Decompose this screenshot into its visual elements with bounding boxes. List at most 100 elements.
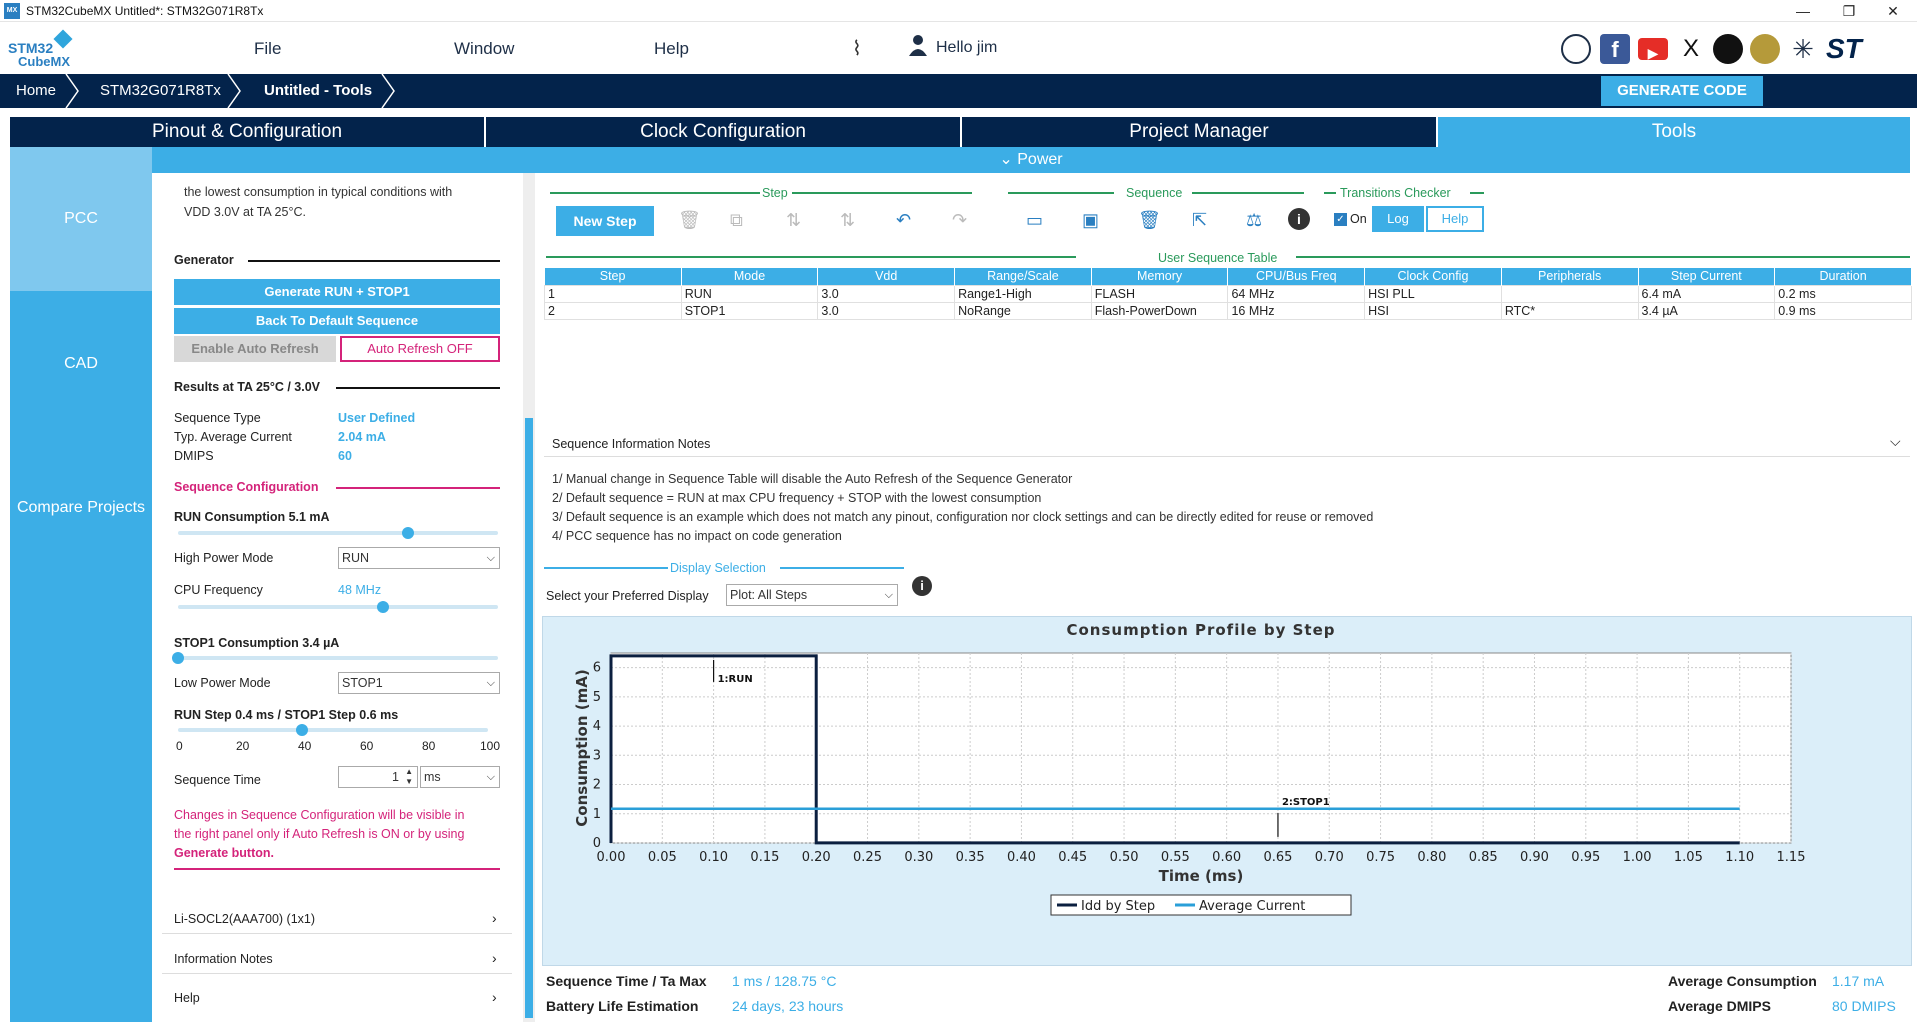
table-cell[interactable]: 16 MHz <box>1227 301 1366 320</box>
tab-project-manager[interactable]: Project Manager <box>962 117 1436 147</box>
compare-icon[interactable]: ⚖ <box>1246 210 1262 231</box>
help-button[interactable]: Help <box>1426 206 1484 232</box>
seq-time-unit-select[interactable]: ms ⌵ <box>420 766 500 788</box>
run-consumption-slider[interactable] <box>178 527 498 539</box>
slider-knob[interactable] <box>296 724 308 736</box>
table-cell[interactable]: STOP1 <box>680 301 819 320</box>
cpu-frequency-slider[interactable] <box>178 601 498 613</box>
log-button[interactable]: Log <box>1372 206 1424 232</box>
sidebar-item-pcc[interactable]: PCC <box>10 147 152 291</box>
table-cell[interactable]: RUN <box>680 284 819 303</box>
user-greeting[interactable]: Hello jim <box>936 39 997 57</box>
minimize-icon[interactable]: — <box>1780 0 1826 22</box>
generate-code-button[interactable]: GENERATE CODE <box>1601 76 1763 106</box>
redo-icon[interactable]: ↷ <box>952 210 967 231</box>
stop1-consumption-slider[interactable] <box>172 652 498 664</box>
generate-run-stop1-button[interactable]: Generate RUN + STOP1 <box>174 279 500 305</box>
low-power-mode-select[interactable]: STOP1 ⌵ <box>338 672 500 694</box>
youtube-icon[interactable]: ▶ <box>1638 38 1668 61</box>
back-to-default-button[interactable]: Back To Default Sequence <box>174 308 500 334</box>
table-cell[interactable]: 0.9 ms <box>1774 301 1912 320</box>
breadcrumb-project[interactable]: Untitled - Tools <box>264 82 372 99</box>
step-ratio-slider[interactable] <box>178 724 488 736</box>
column-header[interactable]: Vdd <box>817 268 956 285</box>
enable-auto-refresh-button[interactable]: Enable Auto Refresh <box>174 336 336 362</box>
close-icon[interactable]: ✕ <box>1870 0 1916 22</box>
menu-help[interactable]: Help <box>654 39 689 59</box>
sidebar-item-compare-projects[interactable]: Compare Projects <box>10 437 152 579</box>
duplicate-step-icon[interactable]: ⧉ <box>730 210 743 231</box>
export-icon[interactable]: ⇱ <box>1192 210 1207 231</box>
menu-window[interactable]: Window <box>454 39 514 59</box>
column-header[interactable]: Memory <box>1091 268 1229 285</box>
column-header[interactable]: Step <box>544 268 682 285</box>
move-down-icon[interactable]: ⇅ <box>840 210 855 231</box>
table-cell[interactable] <box>1500 284 1639 303</box>
battery-selector[interactable]: Li-SOCL2(AAA700) (1x1) › <box>174 910 500 926</box>
transitions-checkbox[interactable]: ✓ <box>1334 213 1347 226</box>
power-bar[interactable]: ⌄ Power <box>152 147 1910 173</box>
undo-icon[interactable]: ↶ <box>896 210 911 231</box>
anniversary-icon[interactable] <box>1561 34 1591 64</box>
table-cell[interactable]: 64 MHz <box>1227 284 1366 303</box>
table-cell[interactable]: Flash-PowerDown <box>1090 301 1229 320</box>
table-cell[interactable]: RTC* <box>1500 301 1639 320</box>
table-cell[interactable]: 1 <box>544 284 682 303</box>
column-header[interactable]: Mode <box>681 268 819 285</box>
table-cell[interactable]: 3.4 µA <box>1637 301 1776 320</box>
chevron-down-icon[interactable]: ⌵ <box>1890 433 1901 450</box>
help-item[interactable]: Help › <box>174 989 500 1005</box>
table-cell[interactable]: 3.0 <box>817 284 956 303</box>
new-step-button[interactable]: New Step <box>556 206 654 236</box>
breadcrumb-home[interactable]: Home <box>16 82 56 99</box>
community-icon[interactable] <box>1750 34 1780 64</box>
save-sequence-icon[interactable]: ▣ <box>1082 210 1099 231</box>
github-icon[interactable] <box>1713 34 1743 64</box>
spinner-icon[interactable]: ▲ ▼ <box>405 767 413 787</box>
tab-pinout[interactable]: Pinout & Configuration <box>10 117 484 147</box>
delete-step-icon[interactable]: 🗑 <box>678 210 701 231</box>
facebook-icon[interactable]: f <box>1600 34 1630 64</box>
auto-refresh-toggle[interactable]: Auto Refresh OFF <box>340 336 500 362</box>
table-cell[interactable]: 2 <box>544 301 682 320</box>
column-header[interactable]: Peripherals <box>1501 268 1639 285</box>
tab-tools[interactable]: Tools <box>1438 117 1910 147</box>
table-cell[interactable]: NoRange <box>954 301 1092 320</box>
breadcrumb-chip[interactable]: STM32G071R8Tx <box>100 82 221 99</box>
open-sequence-icon[interactable]: ▭ <box>1026 210 1043 231</box>
table-cell[interactable]: 6.4 mA <box>1637 284 1776 303</box>
st-logo-icon[interactable]: ST <box>1826 34 1886 64</box>
table-cell[interactable]: FLASH <box>1090 284 1229 303</box>
info-icon[interactable]: i <box>1288 208 1310 230</box>
tab-clock[interactable]: Clock Configuration <box>486 117 960 147</box>
table-cell[interactable]: Range1-High <box>954 284 1092 303</box>
seq-time-input[interactable]: 1 ▲ ▼ <box>338 766 418 788</box>
column-header[interactable]: Range/Scale <box>954 268 1092 285</box>
slider-knob[interactable] <box>402 527 415 539</box>
information-notes-item[interactable]: Information Notes › <box>174 950 500 966</box>
column-header[interactable]: CPU/Bus Freq <box>1227 268 1366 285</box>
high-power-mode-select[interactable]: RUN ⌵ <box>338 547 500 569</box>
settings-scrollbar[interactable] <box>523 173 535 1022</box>
table-cell[interactable]: 3.0 <box>817 301 956 320</box>
sidebar-item-cad[interactable]: CAD <box>10 293 152 435</box>
info-icon[interactable]: i <box>912 576 932 596</box>
maximize-icon[interactable]: ❐ <box>1826 0 1872 22</box>
network-icon[interactable]: ✳ <box>1788 34 1818 64</box>
column-header[interactable]: Clock Config <box>1364 268 1502 285</box>
column-header[interactable]: Duration <box>1774 268 1912 285</box>
move-up-icon[interactable]: ⇅ <box>786 210 801 231</box>
table-cell[interactable]: HSI PLL <box>1364 284 1502 303</box>
table-cell[interactable]: HSI <box>1364 301 1502 320</box>
column-header[interactable]: Step Current <box>1638 268 1776 285</box>
delete-sequence-icon[interactable]: 🗑 <box>1138 210 1161 231</box>
menu-file[interactable]: File <box>254 39 281 59</box>
slider-knob[interactable] <box>172 652 184 664</box>
scrollbar-thumb[interactable] <box>525 418 533 1018</box>
table-row[interactable]: 2 STOP1 3.0 NoRange Flash-PowerDown 16 M… <box>544 301 1912 320</box>
x-icon[interactable]: X <box>1676 34 1706 64</box>
wifi-off-icon[interactable]: ⌇ <box>852 36 862 61</box>
slider-knob[interactable] <box>376 601 389 613</box>
table-row[interactable]: 1 RUN 3.0 Range1-High FLASH 64 MHz HSI P… <box>544 284 1912 303</box>
table-cell[interactable]: 0.2 ms <box>1774 284 1912 303</box>
